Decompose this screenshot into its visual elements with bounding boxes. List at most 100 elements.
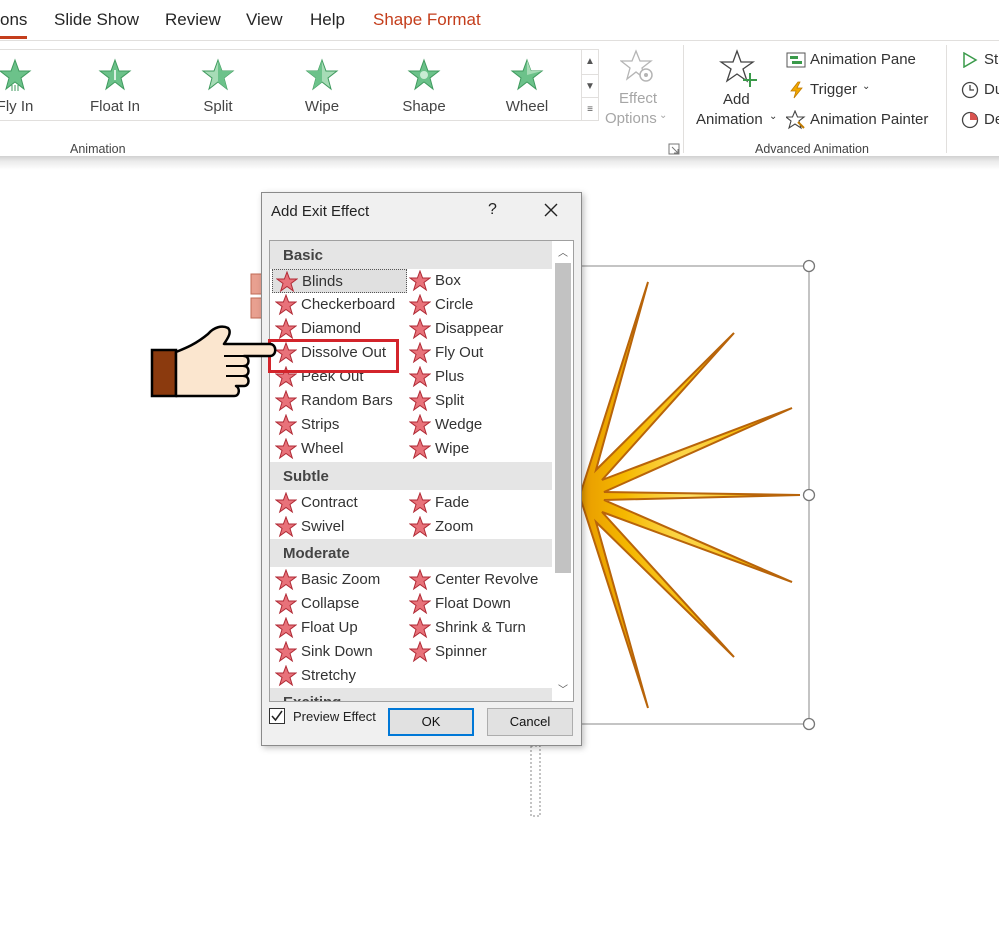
exit-star-icon — [409, 641, 431, 663]
exit-star-icon — [409, 318, 431, 340]
exit-star-icon — [275, 492, 297, 514]
exit-star-icon — [409, 617, 431, 639]
effect-label: Basic Zoom — [301, 571, 381, 588]
effect-checkerboard[interactable]: Checkerboard — [272, 293, 407, 317]
exit-star-icon — [409, 593, 431, 615]
exit-star-icon — [275, 641, 297, 663]
effect-wheel[interactable]: Wheel — [272, 437, 407, 461]
exit-star-icon — [275, 593, 297, 615]
effect-blinds[interactable]: Blinds — [272, 269, 407, 293]
effect-plus[interactable]: Plus — [406, 365, 541, 389]
exit-star-icon — [275, 617, 297, 639]
category-subtle: Subtle — [270, 462, 552, 490]
effect-label: Fly Out — [435, 344, 484, 361]
exit-star-icon — [409, 414, 431, 436]
effect-label: Float Down — [435, 595, 511, 612]
effect-label: Collapse — [301, 595, 360, 612]
effect-label: Stretchy — [301, 667, 357, 684]
chevron-up-icon[interactable]: ︿ — [556, 244, 570, 259]
effect-circle[interactable]: Circle — [406, 293, 541, 317]
effect-shrink-turn[interactable]: Shrink & Turn — [406, 616, 541, 640]
effect-spinner[interactable]: Spinner — [406, 640, 541, 664]
effect-label: Float Up — [301, 619, 358, 636]
category-basic: Basic — [270, 241, 552, 269]
exit-star-icon — [275, 294, 297, 316]
exit-star-icon — [409, 569, 431, 591]
effect-label: Swivel — [301, 518, 345, 535]
category-moderate: Moderate — [270, 539, 552, 567]
exit-star-icon — [275, 318, 297, 340]
exit-star-icon — [275, 665, 297, 687]
effect-label: Strips — [301, 416, 340, 433]
effect-label: Shrink & Turn — [435, 619, 526, 636]
exit-star-icon — [275, 414, 297, 436]
close-icon[interactable] — [542, 201, 560, 219]
effect-label: Spinner — [435, 643, 487, 660]
effect-contract[interactable]: Contract — [272, 491, 407, 515]
exit-star-icon — [275, 438, 297, 460]
highlight-box — [268, 339, 399, 373]
effects-list[interactable]: Basic Subtle Moderate Exciting Blinds Box… — [269, 240, 574, 702]
effect-label: Box — [435, 272, 461, 289]
effect-label: Split — [435, 392, 465, 409]
preview-effect-label[interactable]: Preview Effect — [293, 709, 376, 724]
effect-float-up[interactable]: Float Up — [272, 616, 407, 640]
effect-fly-out[interactable]: Fly Out — [406, 341, 541, 365]
exit-star-icon — [409, 366, 431, 388]
dialog-title: Add Exit Effect — [271, 203, 370, 220]
effect-stretchy[interactable]: Stretchy — [272, 664, 407, 688]
exit-star-icon — [409, 342, 431, 364]
exit-star-icon — [275, 569, 297, 591]
effect-wedge[interactable]: Wedge — [406, 413, 541, 437]
effect-label: Random Bars — [301, 392, 393, 409]
effect-strips[interactable]: Strips — [272, 413, 407, 437]
effect-label: Wipe — [435, 440, 470, 457]
effect-label: Wedge — [435, 416, 483, 433]
effect-zoom[interactable]: Zoom — [406, 515, 541, 539]
exit-star-icon — [409, 516, 431, 538]
effect-label: Plus — [435, 368, 465, 385]
effect-label: Sink Down — [301, 643, 373, 660]
exit-star-icon — [409, 492, 431, 514]
effect-label: Circle — [435, 296, 474, 313]
effect-disappear[interactable]: Disappear — [406, 317, 541, 341]
exit-star-icon — [409, 270, 431, 292]
effect-float-down[interactable]: Float Down — [406, 592, 541, 616]
chevron-down-icon[interactable]: ﹀ — [556, 681, 570, 696]
effect-diamond[interactable]: Diamond — [272, 317, 407, 341]
ok-button[interactable]: OK — [388, 708, 474, 736]
effect-sink-down[interactable]: Sink Down — [272, 640, 407, 664]
effect-label: Center Revolve — [435, 571, 539, 588]
effect-box[interactable]: Box — [406, 269, 541, 293]
effect-wipe[interactable]: Wipe — [406, 437, 541, 461]
effect-random-bars[interactable]: Random Bars — [272, 389, 407, 413]
effect-label: Diamond — [301, 320, 362, 337]
add-exit-effect-dialog: Add Exit Effect ? Basic Subtle Moderate … — [261, 192, 582, 746]
preview-effect-checkbox[interactable] — [269, 708, 285, 724]
scrollbar-thumb[interactable] — [555, 263, 571, 573]
effect-label: Wheel — [301, 440, 344, 457]
effect-collapse[interactable]: Collapse — [272, 592, 407, 616]
pointing-hand-icon — [150, 325, 277, 398]
effect-split[interactable]: Split — [406, 389, 541, 413]
list-scrollbar[interactable]: ︿ ﹀ — [553, 241, 573, 701]
effect-label: Checkerboard — [301, 296, 396, 313]
exit-star-icon — [275, 516, 297, 538]
effect-label: Contract — [301, 494, 358, 511]
effect-fade[interactable]: Fade — [406, 491, 541, 515]
effect-center-revolve[interactable]: Center Revolve — [406, 568, 541, 592]
effect-label: Blinds — [302, 273, 343, 290]
exit-star-icon — [275, 390, 297, 412]
effect-label: Zoom — [435, 518, 474, 535]
exit-star-icon — [276, 271, 298, 293]
exit-star-icon — [409, 438, 431, 460]
help-button[interactable]: ? — [488, 201, 497, 219]
effect-swivel[interactable]: Swivel — [272, 515, 407, 539]
exit-star-icon — [409, 294, 431, 316]
effect-label: Fade — [435, 494, 470, 511]
effect-label: Disappear — [435, 320, 504, 337]
category-exciting: Exciting — [270, 688, 552, 701]
exit-star-icon — [409, 390, 431, 412]
cancel-button[interactable]: Cancel — [487, 708, 573, 736]
effect-basic-zoom[interactable]: Basic Zoom — [272, 568, 407, 592]
